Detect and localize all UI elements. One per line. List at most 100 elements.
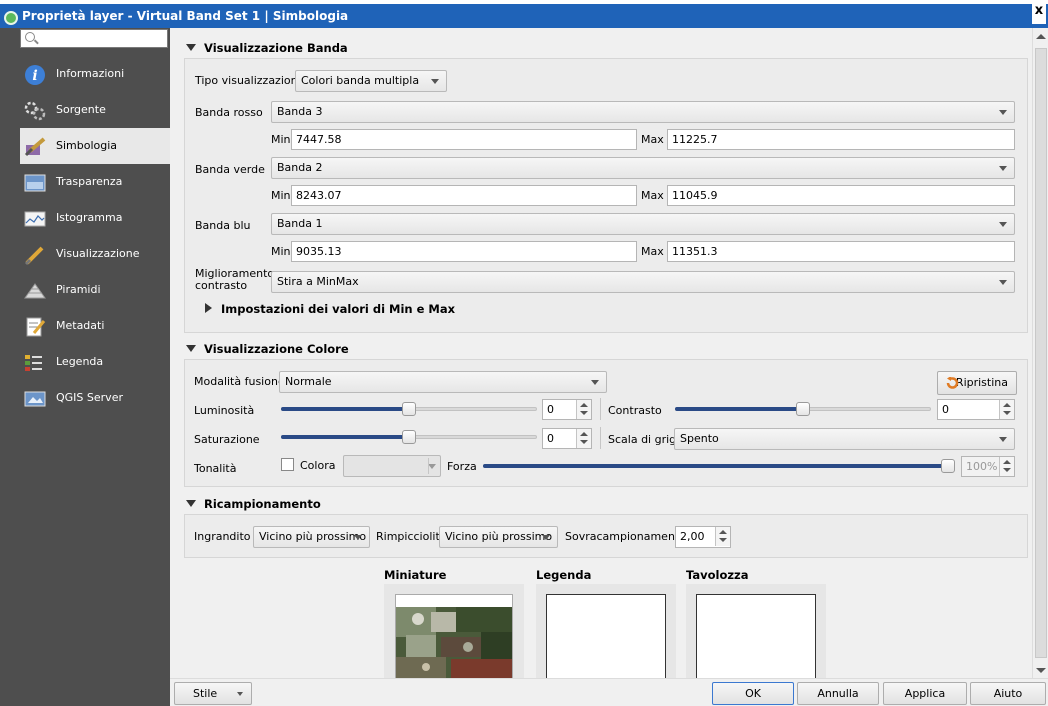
sidebar-item-label: Istogramma (56, 211, 123, 224)
render-type-combo[interactable]: Colori banda multipla (295, 70, 447, 92)
pyramids-icon (24, 280, 46, 300)
red-max-label: Max (641, 133, 664, 146)
info-icon: i (24, 64, 46, 85)
cancel-button[interactable]: Annulla (797, 682, 879, 705)
chevron-down-icon (237, 692, 243, 696)
contrast-slider[interactable] (675, 402, 931, 416)
sidebar-item-sorgente[interactable]: Sorgente (20, 92, 170, 128)
saturation-label: Saturazione (194, 433, 260, 446)
dialog-footer: Stile OK Annulla Applica Aiuto (170, 678, 1048, 706)
spin-arrows-icon[interactable] (999, 400, 1014, 419)
sidebar-item-metadati[interactable]: Metadati (20, 308, 170, 344)
strength-slider[interactable] (483, 459, 955, 473)
blue-band-label: Banda blu (195, 219, 251, 232)
sidebar-item-piramidi[interactable]: Piramidi (20, 272, 170, 308)
spin-arrows-icon[interactable] (715, 527, 730, 546)
grayscale-label: Scala di grigi (608, 433, 680, 446)
search-input[interactable] (20, 29, 168, 48)
zoomed-out-label: Rimpicciolito (376, 530, 447, 543)
resampling-header[interactable]: Ricampionamento (186, 497, 321, 511)
saturation-spinbox[interactable]: 0 (542, 428, 592, 449)
brightness-slider[interactable] (281, 402, 537, 416)
sidebar-item-label: Informazioni (56, 67, 125, 80)
blue-min-input[interactable]: 9035.13 (291, 241, 637, 262)
transparency-icon (24, 172, 46, 192)
metadata-icon (24, 316, 46, 337)
scroll-down-icon[interactable] (1036, 668, 1046, 673)
green-band-label: Banda verde (195, 163, 265, 176)
resampling-group: Ingrandito Vicino più prossimo Rimpiccio… (184, 514, 1028, 558)
sidebar-item-label: QGIS Server (56, 391, 123, 404)
slider-handle[interactable] (941, 459, 955, 473)
sidebar-item-visualizzazione[interactable]: Visualizzazione (20, 236, 170, 272)
sidebar-item-informazioni[interactable]: i Informazioni (20, 56, 170, 92)
help-button[interactable]: Aiuto (970, 682, 1046, 705)
sidebar-item-simbologia[interactable]: Simbologia (20, 128, 170, 164)
legend-icon (24, 352, 46, 372)
chevron-down-icon (999, 437, 1007, 442)
palette-label: Tavolozza (686, 568, 749, 582)
contrast-enhancement-combo[interactable]: Stira a MinMax (271, 271, 1015, 293)
strength-spinbox[interactable]: 100% (961, 456, 1015, 477)
blue-max-label: Max (641, 245, 664, 258)
color-picker-button[interactable] (343, 455, 441, 477)
apply-button[interactable]: Applica (883, 682, 967, 705)
reset-button[interactable]: Ripristina (937, 371, 1017, 395)
red-min-input[interactable]: 7447.58 (291, 129, 637, 150)
scroll-thumb[interactable] (1035, 48, 1047, 658)
close-button[interactable]: x (1032, 0, 1046, 24)
collapse-arrow-icon (186, 44, 196, 51)
sidebar: i Informazioni Sorgente Simbologia Trasp… (0, 28, 170, 706)
zoomed-out-combo[interactable]: Vicino più prossimo (439, 526, 558, 548)
sidebar-item-trasparenza[interactable]: Trasparenza (20, 164, 170, 200)
contrast-spinbox[interactable]: 0 (937, 399, 1015, 420)
grayscale-combo[interactable]: Spento (674, 428, 1015, 450)
red-band-combo[interactable]: Banda 3 (271, 101, 1015, 123)
server-icon (24, 388, 46, 408)
spin-arrows-icon[interactable] (576, 400, 591, 419)
chevron-down-icon (999, 166, 1007, 171)
red-max-input[interactable]: 11225.7 (667, 129, 1015, 150)
thumbnail-preview (384, 584, 524, 678)
sidebar-item-label: Trasparenza (56, 175, 123, 188)
chevron-down-icon (999, 280, 1007, 285)
slider-handle[interactable] (402, 402, 416, 416)
sidebar-item-istogramma[interactable]: Istogramma (20, 200, 170, 236)
chevron-down-icon (542, 535, 550, 540)
vertical-scrollbar[interactable] (1032, 28, 1048, 678)
scroll-up-icon[interactable] (1036, 34, 1046, 39)
band-rendering-header[interactable]: Visualizzazione Banda (186, 41, 348, 55)
oversampling-spinbox[interactable]: 2,00 (675, 526, 731, 548)
style-menu-button[interactable]: Stile (174, 682, 252, 705)
blend-mode-label: Modalità fusione (194, 375, 285, 388)
saturation-slider[interactable] (281, 430, 537, 444)
expand-arrow-icon (205, 303, 212, 313)
sidebar-item-legenda[interactable]: Legenda (20, 344, 170, 380)
zoomed-in-label: Ingrandito (194, 530, 251, 543)
slider-handle[interactable] (796, 402, 810, 416)
color-rendering-header[interactable]: Visualizzazione Colore (186, 342, 349, 356)
blend-mode-combo[interactable]: Normale (279, 371, 607, 393)
ok-button[interactable]: OK (712, 682, 794, 705)
legend-preview-label: Legenda (536, 568, 592, 582)
spin-arrows-icon[interactable] (576, 429, 591, 448)
zoomed-in-combo[interactable]: Vicino più prossimo (253, 526, 370, 548)
blue-max-input[interactable]: 11351.3 (667, 241, 1015, 262)
chevron-down-icon (999, 110, 1007, 115)
spin-arrows-icon[interactable] (999, 457, 1014, 476)
brightness-spinbox[interactable]: 0 (542, 399, 592, 420)
brush-icon (24, 136, 46, 157)
green-band-combo[interactable]: Banda 2 (271, 157, 1015, 179)
green-max-label: Max (641, 189, 664, 202)
sidebar-item-label: Sorgente (56, 103, 106, 116)
chevron-down-icon (354, 535, 362, 540)
slider-handle[interactable] (402, 430, 416, 444)
sidebar-item-qgis-server[interactable]: QGIS Server (20, 380, 170, 416)
colorize-checkbox[interactable] (281, 458, 294, 471)
green-min-input[interactable]: 8243.07 (291, 185, 637, 206)
sidebar-item-label: Piramidi (56, 283, 101, 296)
minmax-settings-toggle[interactable]: Impostazioni dei valori di Min e Max (205, 302, 455, 316)
green-max-input[interactable]: 11045.9 (667, 185, 1015, 206)
blue-band-combo[interactable]: Banda 1 (271, 213, 1015, 235)
window-title: Proprietà layer - Virtual Band Set 1 | S… (22, 9, 349, 23)
